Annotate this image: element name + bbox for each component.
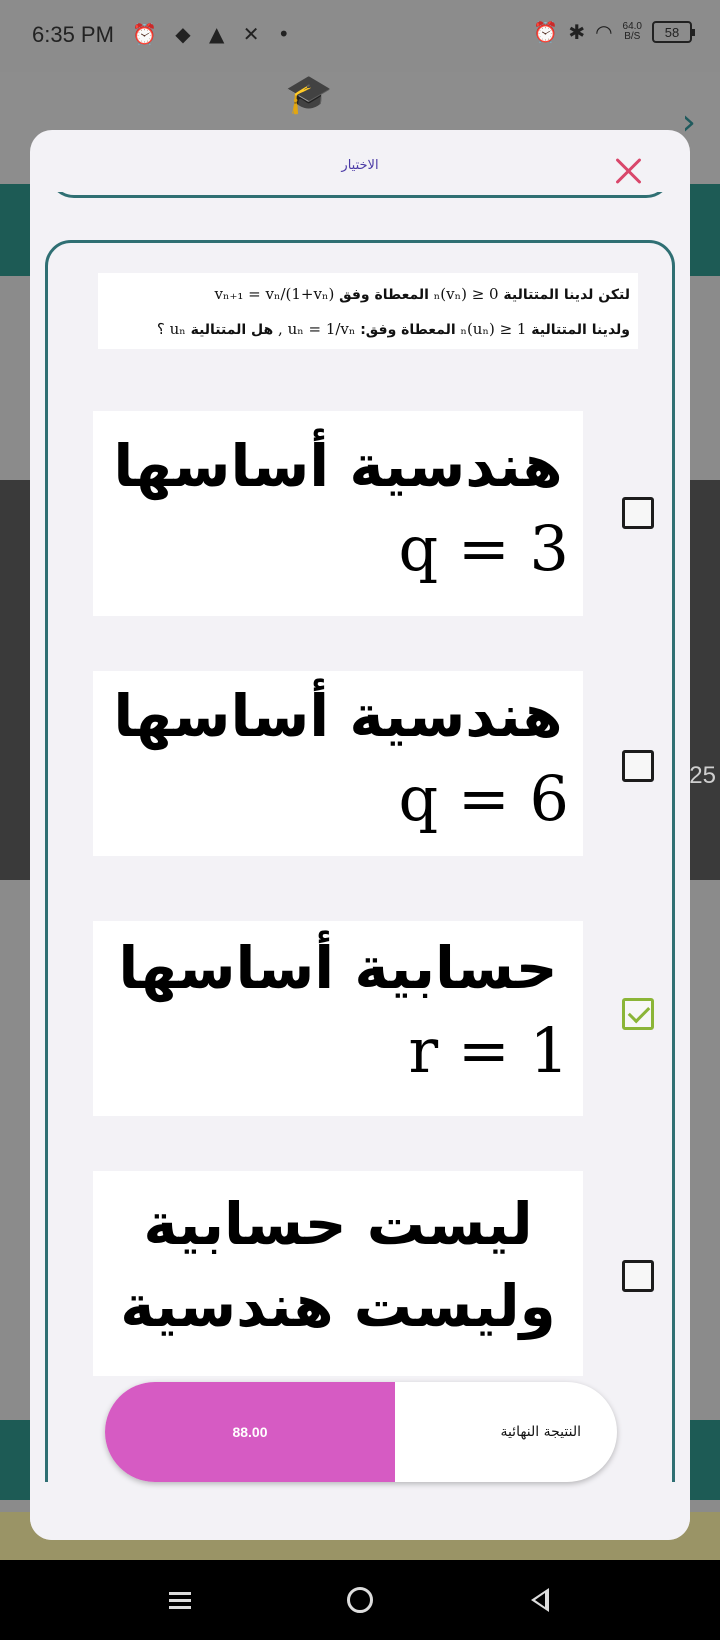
question-math-part: vₙ₊₁ = vₙ/(1+vₙ) — [214, 285, 335, 303]
answer-checkbox[interactable] — [622, 750, 654, 782]
wifi-icon: ◠ — [595, 20, 613, 44]
modal-footer — [30, 1482, 690, 1540]
question-math-part: uₙ ؟ — [156, 320, 186, 338]
question-scroll-area[interactable]: .4 لتكن لدينا المتتالية 0 ≤ (vₙ)ₙ المعطا… — [30, 192, 690, 1482]
answer-option-line2: q = 3 — [398, 512, 570, 585]
battery-icon: 58 — [652, 21, 695, 43]
question-line-2: ولدينا المتتالية 1 ≤ (uₙ)ₙ المعطاة وفق: … — [106, 312, 630, 347]
answer-option-line1: هندسية أساسها — [113, 682, 563, 750]
close-icon[interactable] — [614, 156, 644, 186]
network-speed: 64.0 B/S — [623, 22, 642, 42]
back-button[interactable] — [520, 1580, 560, 1620]
answer-option-image: حسابية أساسها r = 1 — [93, 921, 583, 1116]
final-result-pill: 88.00 النتيجة النهائية — [105, 1382, 617, 1482]
question-text: لتكن لدينا المتتالية 0 ≤ (vₙ)ₙ المعطاة و… — [98, 273, 638, 349]
answer-checkbox-checked[interactable] — [622, 998, 654, 1030]
answer-checkbox[interactable] — [622, 497, 654, 529]
question-math-part: uₙ = 1/vₙ , — [278, 320, 356, 338]
home-button[interactable] — [340, 1580, 380, 1620]
answer-option-line2: q = 6 — [398, 762, 570, 835]
final-result-label: النتيجة النهائية — [500, 1424, 581, 1440]
status-time: 6:35 PM — [32, 22, 114, 47]
quiz-modal: الاختيار .4 لتكن لدينا المتتالية 0 ≤ (vₙ… — [30, 130, 690, 1540]
answer-option[interactable]: هندسية أساسها q = 3 — [93, 411, 663, 616]
notification-icons: ⏰ ◆ ▲ ✕ • — [132, 22, 296, 46]
answer-option[interactable]: حسابية أساسها r = 1 — [93, 921, 663, 1116]
answer-option-line1: هندسية أساسها — [113, 432, 563, 500]
background-peek-text: 25 — [689, 762, 716, 789]
question-math-part: 0 ≤ (vₙ)ₙ — [433, 285, 499, 303]
modal-title: الاختيار — [341, 158, 379, 173]
system-nav-bar — [0, 1560, 720, 1640]
recents-icon — [169, 1588, 191, 1613]
bluetooth-icon: ✱ — [568, 20, 586, 44]
answer-option-image: هندسية أساسها q = 3 — [93, 411, 583, 616]
network-speed-unit: B/S — [624, 31, 641, 42]
question-text-part: لتكن لدينا المتتالية — [503, 287, 630, 303]
question-text-part: المعطاة وفق — [339, 287, 429, 303]
question-math-part: 1 ≤ (uₙ)ₙ — [460, 320, 527, 338]
final-result-value: 88.00 — [105, 1382, 395, 1482]
question-text-part: ولدينا المتتالية — [531, 322, 630, 338]
question-line-1: لتكن لدينا المتتالية 0 ≤ (vₙ)ₙ المعطاة و… — [106, 277, 630, 312]
home-icon — [347, 1587, 373, 1613]
recents-button[interactable] — [160, 1580, 200, 1620]
status-right-group: ⏰ ✱ ◠ 64.0 B/S 58 — [533, 20, 695, 44]
answer-option-image: ليست حسابية وليست هندسية — [93, 1171, 583, 1376]
answer-checkbox[interactable] — [622, 1260, 654, 1292]
answer-option[interactable]: ليست حسابية وليست هندسية — [93, 1171, 663, 1376]
alarm-icon: ⏰ — [533, 20, 559, 44]
question-text-part: هل المتتالية — [190, 322, 274, 338]
answer-option-image: هندسية أساسها q = 6 — [93, 671, 583, 856]
answer-option-line1: حسابية أساسها — [118, 934, 558, 1002]
previous-question-card — [48, 192, 672, 198]
graduation-cap-icon: 🎓 — [285, 72, 333, 116]
status-bar: 6:35 PM ⏰ ◆ ▲ ✕ • ⏰ ✱ ◠ 64.0 B/S 58 — [0, 0, 720, 72]
answer-option-line1: ليست حسابية — [143, 1190, 533, 1258]
answer-option[interactable]: هندسية أساسها q = 6 — [93, 671, 663, 856]
question-text-part: المعطاة وفق: — [360, 322, 456, 338]
question-card: .4 لتكن لدينا المتتالية 0 ≤ (vₙ)ₙ المعطا… — [45, 240, 675, 1482]
answer-option-line2: r = 1 — [408, 1014, 569, 1087]
modal-header: الاختيار — [30, 130, 690, 192]
back-icon — [531, 1588, 549, 1612]
answer-option-line2: وليست هندسية — [120, 1272, 556, 1340]
